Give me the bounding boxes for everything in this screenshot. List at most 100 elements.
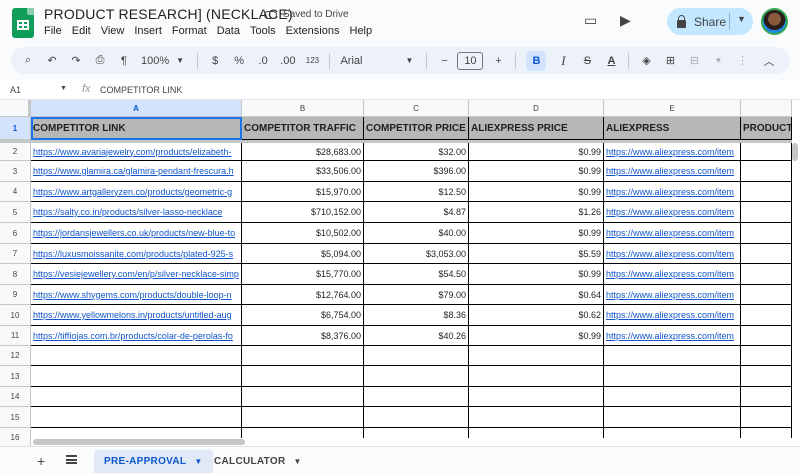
column-header-d[interactable]: D	[469, 100, 604, 117]
cell-product[interactable]	[741, 264, 792, 285]
header-cell-competitor-link[interactable]: COMPETITOR LINK	[31, 117, 242, 140]
share-button[interactable]: Share ▼	[667, 8, 753, 35]
italic-button[interactable]: I	[556, 51, 570, 71]
vertical-scrollbar[interactable]	[792, 140, 800, 446]
header-cell-competitor-traffic[interactable]: COMPETITOR TRAFFIC	[242, 117, 364, 140]
cell-aliexpress-price[interactable]	[469, 346, 604, 366]
cell-competitor-price[interactable]	[364, 366, 469, 387]
menu-extensions[interactable]: Extensions	[286, 25, 340, 37]
cell-product[interactable]	[741, 223, 792, 244]
meet-icon[interactable]: ▶	[620, 12, 631, 29]
header-cell-aliexpress[interactable]: ALIEXPRESS	[604, 117, 741, 140]
cell-competitor-traffic[interactable]: $12,764.00	[242, 285, 364, 305]
more-options-icon[interactable]: ⋮	[735, 51, 749, 71]
cell-competitor-price[interactable]	[364, 346, 469, 366]
column-header-c[interactable]: C	[364, 100, 469, 117]
merge-dropdown-icon[interactable]: ▼	[711, 51, 725, 71]
zoom-select[interactable]: 100%	[141, 51, 169, 71]
cell-aliexpress-link[interactable]: https://www.aliexpress.com/item	[604, 305, 741, 326]
cell-aliexpress-price[interactable]: $0.99	[469, 223, 604, 244]
cell-aliexpress-price[interactable]: $0.64	[469, 285, 604, 305]
menu-tools[interactable]: Tools	[250, 25, 276, 37]
row-header-1[interactable]: 1	[0, 117, 31, 140]
cell-product[interactable]	[741, 182, 792, 202]
header-cell-product[interactable]: PRODUCT	[741, 117, 792, 140]
cell-product[interactable]	[741, 202, 792, 223]
bold-button[interactable]: B	[526, 50, 547, 71]
zoom-dropdown-icon[interactable]: ▼	[173, 51, 187, 71]
cell-competitor-traffic[interactable]: $15,770.00	[242, 264, 364, 285]
cell-competitor-price[interactable]: $8.36	[364, 305, 469, 326]
collapse-toolbar-icon[interactable]: ︿	[762, 51, 776, 71]
borders-icon[interactable]: ⊞	[663, 51, 677, 71]
menu-help[interactable]: Help	[349, 25, 372, 37]
cell-competitor-link[interactable]: https://vesiejewellery.com/en/p/silver-n…	[31, 264, 242, 285]
row-header-13[interactable]: 13	[0, 366, 31, 387]
tab-pre-approval[interactable]: PRE-APPROVAL ▼	[94, 450, 213, 473]
row-header-12[interactable]: 12	[0, 346, 31, 366]
menu-file[interactable]: File	[44, 25, 62, 37]
font-size-decrease-button[interactable]: −	[437, 51, 451, 71]
avatar[interactable]	[761, 8, 788, 35]
cell-competitor-traffic[interactable]: $5,094.00	[242, 244, 364, 264]
menu-edit[interactable]: Edit	[72, 25, 91, 37]
cell-competitor-price[interactable]: $54.50	[364, 264, 469, 285]
row-header-16[interactable]: 16	[0, 428, 31, 446]
percent-format-button[interactable]: %	[232, 51, 246, 71]
cell-competitor-link[interactable]: https://salty.co.in/products/silver-lass…	[31, 202, 242, 223]
cell-aliexpress-link[interactable]: https://www.aliexpress.com/item	[604, 223, 741, 244]
font-size-input[interactable]: 10	[457, 51, 484, 70]
cell-competitor-traffic[interactable]: $28,683.00	[242, 143, 364, 161]
cell-competitor-link[interactable]: https://www.yellowmelons.in/products/unt…	[31, 305, 242, 326]
cell-aliexpress-link[interactable]	[604, 366, 741, 387]
cell-competitor-link[interactable]	[31, 407, 242, 428]
cell-aliexpress-link[interactable]: https://www.aliexpress.com/item	[604, 285, 741, 305]
horizontal-scrollbar[interactable]	[31, 438, 792, 446]
cell-competitor-link[interactable]: https://www.shygems.com/products/double-…	[31, 285, 242, 305]
tab-dropdown-icon[interactable]: ▼	[194, 457, 202, 466]
column-header-b[interactable]: B	[242, 100, 364, 117]
cell-competitor-price[interactable]	[364, 407, 469, 428]
cell-product[interactable]	[741, 305, 792, 326]
cell-competitor-link[interactable]: https://luxusmoissanite.com/products/pla…	[31, 244, 242, 264]
cell-competitor-price[interactable]: $12.50	[364, 182, 469, 202]
cell-competitor-traffic[interactable]	[242, 407, 364, 428]
cell-product[interactable]	[741, 407, 792, 428]
cell-aliexpress-link[interactable]: https://www.aliexpress.com/item	[604, 143, 741, 161]
row-header-9[interactable]: 9	[0, 285, 31, 305]
font-dropdown-icon[interactable]: ▼	[402, 51, 416, 71]
row-header-14[interactable]: 14	[0, 387, 31, 407]
add-sheet-icon[interactable]: +	[37, 453, 45, 469]
cell-aliexpress-price[interactable]: $0.99	[469, 143, 604, 161]
cell-competitor-traffic[interactable]	[242, 366, 364, 387]
cell-product[interactable]	[741, 285, 792, 305]
row-header-6[interactable]: 6	[0, 223, 31, 244]
cell-product[interactable]	[741, 346, 792, 366]
menu-data[interactable]: Data	[217, 25, 240, 37]
cell-product[interactable]	[741, 387, 792, 407]
cell-aliexpress-link[interactable]	[604, 407, 741, 428]
all-sheets-icon[interactable]	[66, 455, 77, 464]
row-header-10[interactable]: 10	[0, 305, 31, 326]
cell-product[interactable]	[741, 143, 792, 161]
currency-format-button[interactable]: $	[208, 51, 222, 71]
menu-format[interactable]: Format	[172, 25, 207, 37]
cell-aliexpress-price[interactable]: $1.26	[469, 202, 604, 223]
horizontal-scroll-thumb[interactable]	[33, 439, 245, 445]
cell-competitor-price[interactable]: $3,053.00	[364, 244, 469, 264]
cell-product[interactable]	[741, 244, 792, 264]
vertical-scroll-thumb[interactable]	[792, 143, 798, 161]
row-header-11[interactable]: 11	[0, 326, 31, 346]
menu-view[interactable]: View	[101, 25, 125, 37]
cell-competitor-price[interactable]: $40.00	[364, 223, 469, 244]
cell-aliexpress-link[interactable]: https://www.aliexpress.com/item	[604, 264, 741, 285]
cell-competitor-link[interactable]: https://www.glamira.ca/glamira-pendant-f…	[31, 161, 242, 182]
cell-competitor-link[interactable]: https://www.avariajewelry.com/products/e…	[31, 143, 242, 161]
row-header-4[interactable]: 4	[0, 182, 31, 202]
cell-competitor-traffic[interactable]	[242, 387, 364, 407]
cell-competitor-traffic[interactable]	[242, 346, 364, 366]
paint-format-icon[interactable]: ¶	[117, 51, 131, 71]
formula-input[interactable]: COMPETITOR LINK	[100, 85, 182, 95]
cell-aliexpress-link[interactable]: https://www.aliexpress.com/item	[604, 244, 741, 264]
cell-product[interactable]	[741, 161, 792, 182]
